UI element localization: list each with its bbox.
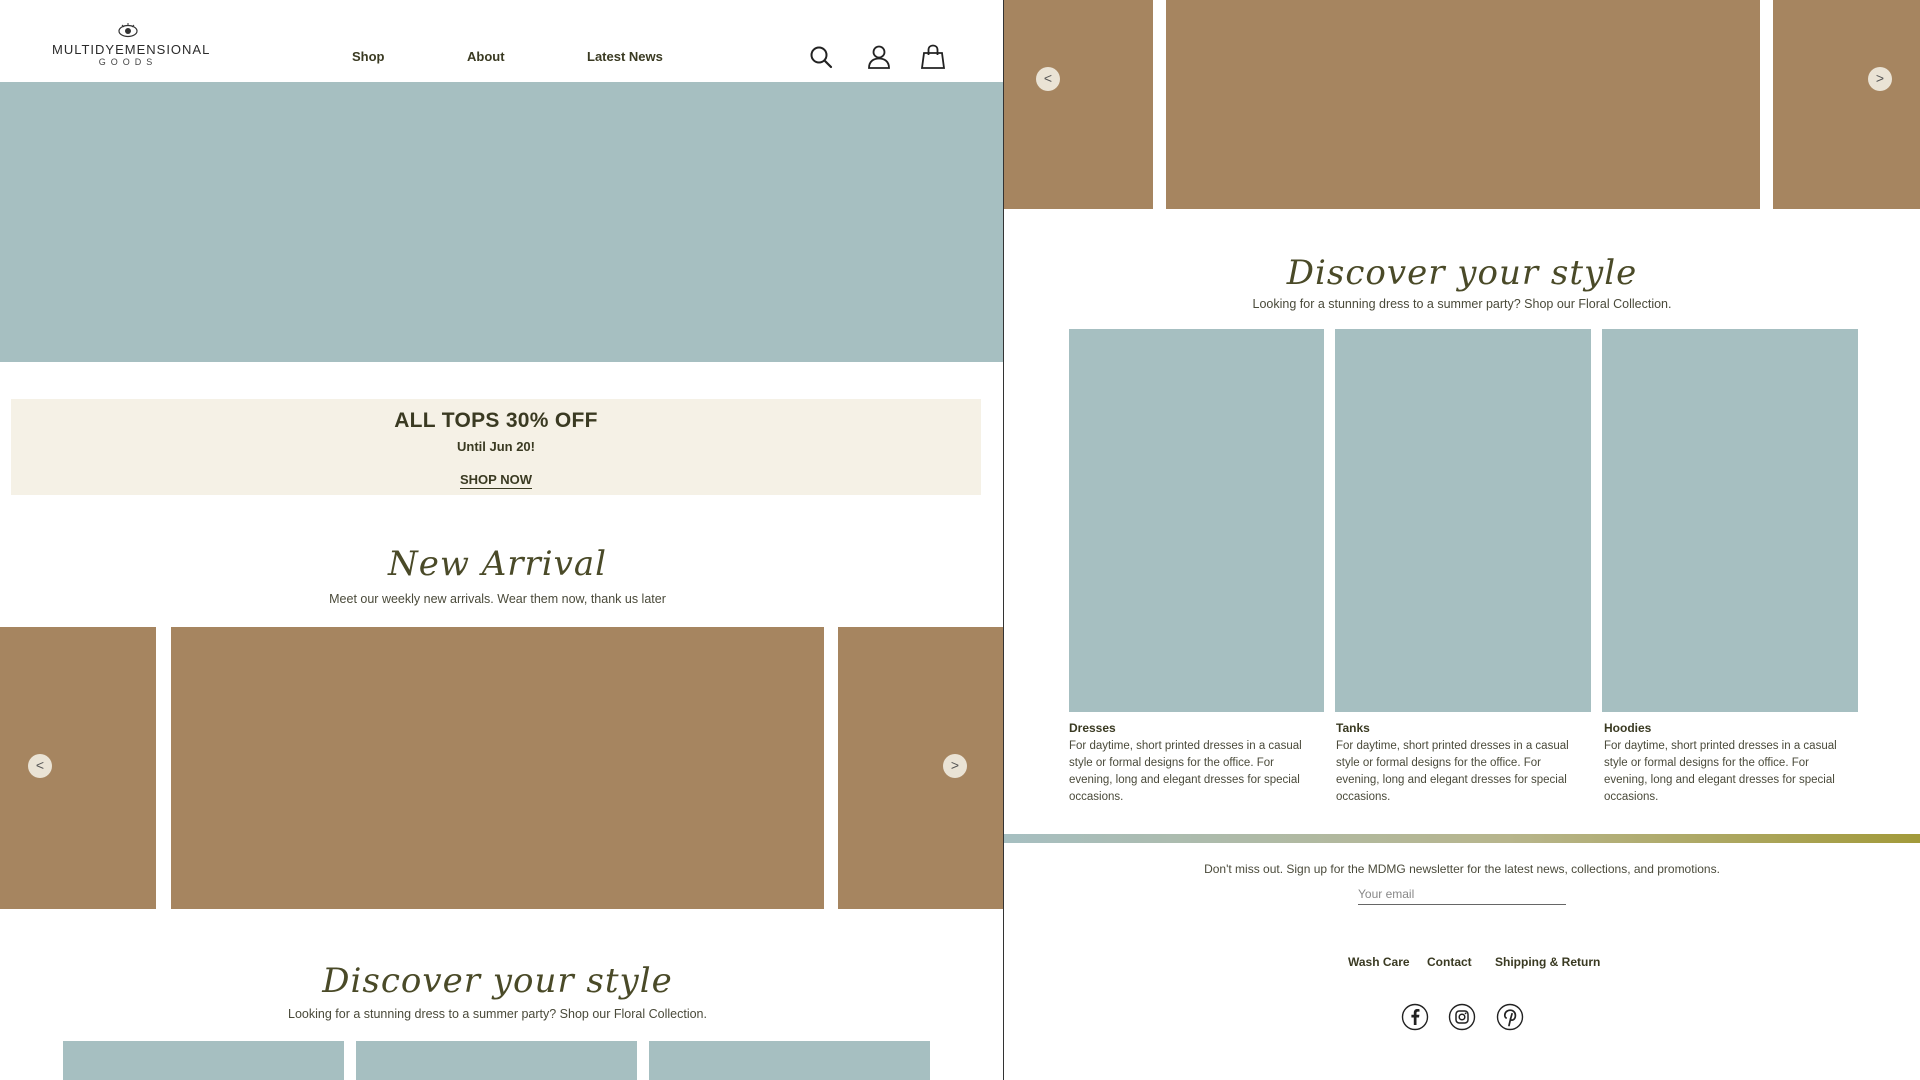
category-card-image[interactable] [649, 1041, 930, 1080]
user-icon[interactable] [866, 44, 892, 70]
homepage-bottom-view: < > Discover your style Looking for a st… [1004, 0, 1920, 1080]
category-card-hoodies-image[interactable] [1602, 329, 1858, 712]
carousel-next-button[interactable]: > [1868, 67, 1892, 91]
carousel-slide-next[interactable] [838, 627, 1003, 909]
category-title[interactable]: Dresses [1069, 721, 1116, 735]
hero-banner[interactable] [0, 82, 1003, 362]
footer-link-contact[interactable]: Contact [1427, 955, 1472, 969]
newsletter-text: Don't miss out. Sign up for the MDMG new… [1204, 862, 1720, 876]
pinterest-icon[interactable] [1496, 1003, 1524, 1031]
category-card-image[interactable] [63, 1041, 344, 1080]
carousel-slide-current[interactable] [171, 627, 824, 909]
discover-subtitle: Looking for a stunning dress to a summer… [1252, 297, 1672, 311]
category-card-image[interactable] [356, 1041, 637, 1080]
carousel-next-button[interactable]: > [943, 754, 967, 778]
new-arrival-heading: New Arrival [387, 544, 608, 584]
homepage-top-view: MULTIDYEMENSIONAL GOODS Shop About Lates… [0, 0, 1003, 1080]
nav-about-link[interactable]: About [467, 49, 505, 64]
newsletter-email-input[interactable] [1358, 884, 1566, 905]
promo-subtitle: Until Jun 20! [456, 439, 535, 454]
footer-link-wash-care[interactable]: Wash Care [1348, 955, 1410, 969]
instagram-icon[interactable] [1448, 1003, 1476, 1031]
category-title[interactable]: Hoodies [1604, 721, 1651, 735]
eye-logo-icon [118, 23, 138, 38]
discover-subtitle: Looking for a stunning dress to a summer… [288, 1007, 707, 1021]
category-description: For daytime, short printed dresses in a … [1069, 740, 1302, 803]
brand-name: MULTIDYEMENSIONAL [52, 42, 211, 57]
nav-shop-link[interactable]: Shop [352, 49, 385, 64]
brand-logo[interactable]: MULTIDYEMENSIONAL GOODS [52, 22, 211, 72]
category-card-dresses-image[interactable] [1069, 329, 1324, 712]
search-icon[interactable] [808, 44, 834, 70]
discover-heading: Discover your style [322, 961, 673, 1001]
carousel-slide-current[interactable] [1166, 0, 1760, 209]
promo-banner: ALL TOPS 30% OFF Until Jun 20! SHOP NOW [11, 399, 981, 495]
category-description: For daytime, short printed dresses in a … [1604, 740, 1837, 803]
category-card-tanks-image[interactable] [1335, 329, 1591, 712]
carousel-prev-button[interactable]: < [28, 754, 52, 778]
brand-tagline: GOODS [98, 57, 158, 67]
shopping-bag-icon[interactable] [920, 44, 946, 70]
carousel-slide-prev[interactable] [1004, 0, 1153, 209]
facebook-icon[interactable] [1401, 1003, 1429, 1031]
nav-latest-news-link[interactable]: Latest News [587, 49, 663, 64]
carousel-slide-next[interactable] [1773, 0, 1920, 209]
shop-now-link[interactable]: SHOP NOW [460, 472, 532, 489]
category-title[interactable]: Tanks [1336, 721, 1370, 735]
new-arrival-subtitle: Meet our weekly new arrivals. Wear them … [329, 592, 666, 606]
carousel-slide-prev[interactable] [0, 627, 156, 909]
promo-title: ALL TOPS 30% OFF [394, 409, 598, 432]
footer-link-shipping-return[interactable]: Shipping & Return [1495, 955, 1600, 969]
footer-gradient-bar [1004, 834, 1920, 843]
carousel-prev-button[interactable]: < [1036, 67, 1060, 91]
category-description: For daytime, short printed dresses in a … [1336, 740, 1569, 803]
discover-heading: Discover your style [1286, 253, 1638, 293]
